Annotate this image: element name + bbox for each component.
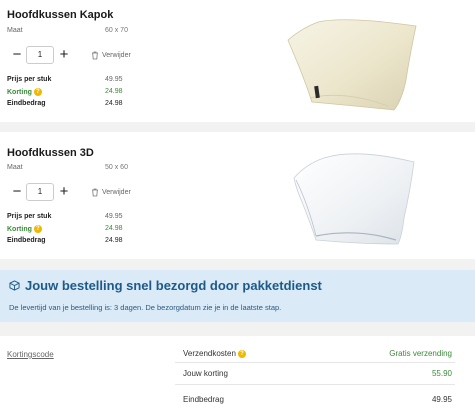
total-label: Eindbedrag bbox=[7, 100, 46, 107]
total-label: Eindbedrag bbox=[7, 237, 46, 244]
discount-label-wrap: Korting? bbox=[7, 88, 42, 96]
trash-icon bbox=[92, 188, 98, 197]
price-label: Prijs per stuk bbox=[7, 76, 52, 83]
delivery-title: Jouw bestelling snel bezorgd door pakket… bbox=[9, 278, 322, 293]
product-image-kapok-pillow bbox=[287, 19, 417, 111]
cart-item-kapok: Hoofdkussen Kapok Maat 60 x 70 − 1 + Ver… bbox=[0, 0, 475, 122]
divider bbox=[175, 362, 455, 363]
size-label: Maat bbox=[7, 164, 23, 171]
discount-label-wrap: Korting? bbox=[7, 225, 42, 233]
info-icon[interactable]: ? bbox=[33, 88, 42, 96]
delivery-text: De levertijd van je bestelling is: 3 dag… bbox=[9, 303, 282, 312]
package-icon bbox=[9, 280, 20, 291]
discount-value: 55.90 bbox=[431, 369, 452, 378]
divider bbox=[175, 384, 455, 385]
discount-value: 24.98 bbox=[105, 88, 123, 95]
price-value: 49.95 bbox=[105, 76, 123, 83]
discount-label: Korting bbox=[7, 88, 32, 96]
trash-icon bbox=[92, 51, 98, 60]
size-value: 60 x 70 bbox=[105, 27, 128, 34]
remove-label: Verwijder bbox=[102, 189, 131, 196]
order-summary: Kortingscode Verzendkosten? Gratis verze… bbox=[0, 336, 475, 412]
product-title: Hoofdkussen Kapok bbox=[7, 9, 114, 21]
product-image-3d-pillow bbox=[293, 153, 415, 245]
shipping-label-wrap: Verzendkosten? bbox=[183, 349, 246, 358]
total-value: 49.95 bbox=[431, 395, 452, 404]
size-label: Maat bbox=[7, 27, 23, 34]
total-value: 24.98 bbox=[105, 237, 123, 244]
price-label: Prijs per stuk bbox=[7, 213, 52, 220]
product-title: Hoofdkussen 3D bbox=[7, 147, 94, 159]
discount-label: Korting bbox=[7, 225, 32, 233]
cart-item-3d: Hoofdkussen 3D Maat 50 x 60 − 1 + Verwij… bbox=[0, 132, 475, 259]
shipping-label: Verzendkosten bbox=[183, 349, 236, 358]
discount-value: 24.98 bbox=[105, 225, 123, 232]
info-icon[interactable]: ? bbox=[33, 225, 42, 233]
discount-code-link[interactable]: Kortingscode bbox=[7, 350, 54, 359]
remove-button[interactable]: Verwijder bbox=[91, 51, 131, 60]
shipping-value: Gratis verzending bbox=[389, 349, 452, 358]
quantity-input[interactable]: 1 bbox=[26, 183, 54, 201]
remove-button[interactable]: Verwijder bbox=[91, 188, 131, 197]
remove-label: Verwijder bbox=[102, 52, 131, 59]
info-icon[interactable]: ? bbox=[237, 349, 246, 358]
quantity-decrease-button[interactable]: − bbox=[10, 184, 24, 199]
quantity-increase-button[interactable]: + bbox=[57, 47, 71, 62]
total-value: 24.98 bbox=[105, 100, 123, 107]
delivery-title-text: Jouw bestelling snel bezorgd door pakket… bbox=[25, 278, 322, 293]
total-label: Eindbedrag bbox=[183, 395, 224, 404]
discount-label: Jouw korting bbox=[183, 369, 228, 378]
price-value: 49.95 bbox=[105, 213, 123, 220]
quantity-input[interactable]: 1 bbox=[26, 46, 54, 64]
quantity-decrease-button[interactable]: − bbox=[10, 47, 24, 62]
delivery-banner: Jouw bestelling snel bezorgd door pakket… bbox=[0, 270, 475, 322]
quantity-increase-button[interactable]: + bbox=[57, 184, 71, 199]
size-value: 50 x 60 bbox=[105, 164, 128, 171]
